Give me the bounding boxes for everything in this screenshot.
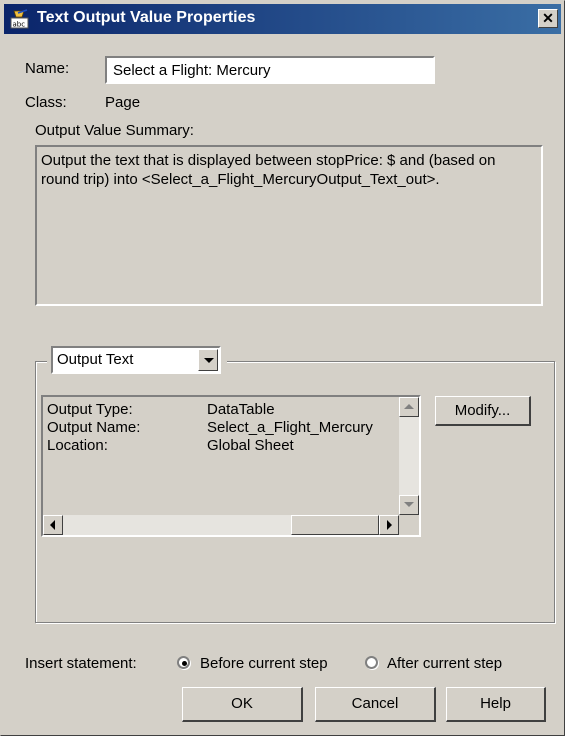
dropdown-arrow-button[interactable]: [198, 349, 218, 371]
list-item-value: Global Sheet: [207, 437, 294, 454]
cancel-button-label: Cancel: [351, 695, 399, 712]
arrow-up-icon: [404, 404, 414, 409]
list-item-value: DataTable: [207, 401, 275, 418]
scroll-up-button[interactable]: [399, 397, 419, 417]
text-output-icon: abc: [10, 9, 29, 29]
summary-label: Output Value Summary:: [35, 122, 194, 139]
dialog-title: Text Output Value Properties: [37, 9, 256, 26]
arrow-right-icon: [387, 520, 392, 530]
arrow-left-icon: [50, 520, 55, 530]
class-value: Page: [105, 94, 141, 111]
name-label: Name:: [25, 60, 70, 77]
ok-button[interactable]: OK: [182, 687, 303, 722]
radio-after-label: After current step: [387, 655, 503, 672]
modify-button-label: Modify...: [454, 402, 511, 419]
radio-before-label: Before current step: [200, 655, 328, 672]
title-bar[interactable]: abc Text Output Value Properties ✕: [4, 4, 561, 34]
insert-statement-label: Insert statement:: [25, 655, 137, 672]
scroll-down-button[interactable]: [399, 495, 419, 515]
close-icon: ✕: [542, 10, 554, 26]
radio-after-current-step[interactable]: [365, 656, 378, 669]
list-item-label: Location:: [47, 437, 108, 454]
horizontal-scroll-thumb[interactable]: [291, 515, 379, 535]
scroll-left-button[interactable]: [43, 515, 63, 535]
summary-box: Output the text that is displayed betwee…: [35, 145, 543, 306]
modify-button[interactable]: Modify...: [435, 396, 531, 426]
scroll-right-button[interactable]: [379, 515, 399, 535]
help-button[interactable]: Help: [446, 687, 546, 722]
svg-text:abc: abc: [13, 21, 26, 29]
output-details-list[interactable]: Output Type: DataTable Output Name: Sele…: [41, 395, 421, 537]
close-button[interactable]: ✕: [538, 9, 558, 28]
help-button-label: Help: [480, 695, 511, 712]
cancel-button[interactable]: Cancel: [315, 687, 436, 722]
scrollbar-corner: [399, 515, 419, 535]
chevron-down-icon: [204, 358, 214, 363]
horizontal-scrollbar[interactable]: [43, 515, 399, 535]
list-item-value: Select_a_Flight_Mercury: [207, 419, 373, 436]
list-item-label: Output Type:: [47, 401, 133, 418]
name-input[interactable]: Select a Flight: Mercury: [105, 56, 435, 84]
summary-text: Output the text that is displayed betwee…: [41, 152, 496, 188]
vertical-scrollbar[interactable]: [399, 397, 419, 515]
arrow-down-icon: [404, 502, 414, 507]
output-type-dropdown[interactable]: Output Text: [51, 346, 221, 374]
output-type-dropdown-value: Output Text: [57, 351, 134, 368]
list-item-label: Output Name:: [47, 419, 141, 436]
name-input-value: Select a Flight: Mercury: [113, 62, 271, 79]
ok-button-label: OK: [231, 695, 253, 712]
class-label: Class:: [25, 94, 67, 111]
dialog-window: abc Text Output Value Properties ✕ Name:…: [0, 0, 565, 736]
radio-before-current-step[interactable]: [177, 656, 190, 669]
radio-selected-dot: [182, 661, 187, 666]
